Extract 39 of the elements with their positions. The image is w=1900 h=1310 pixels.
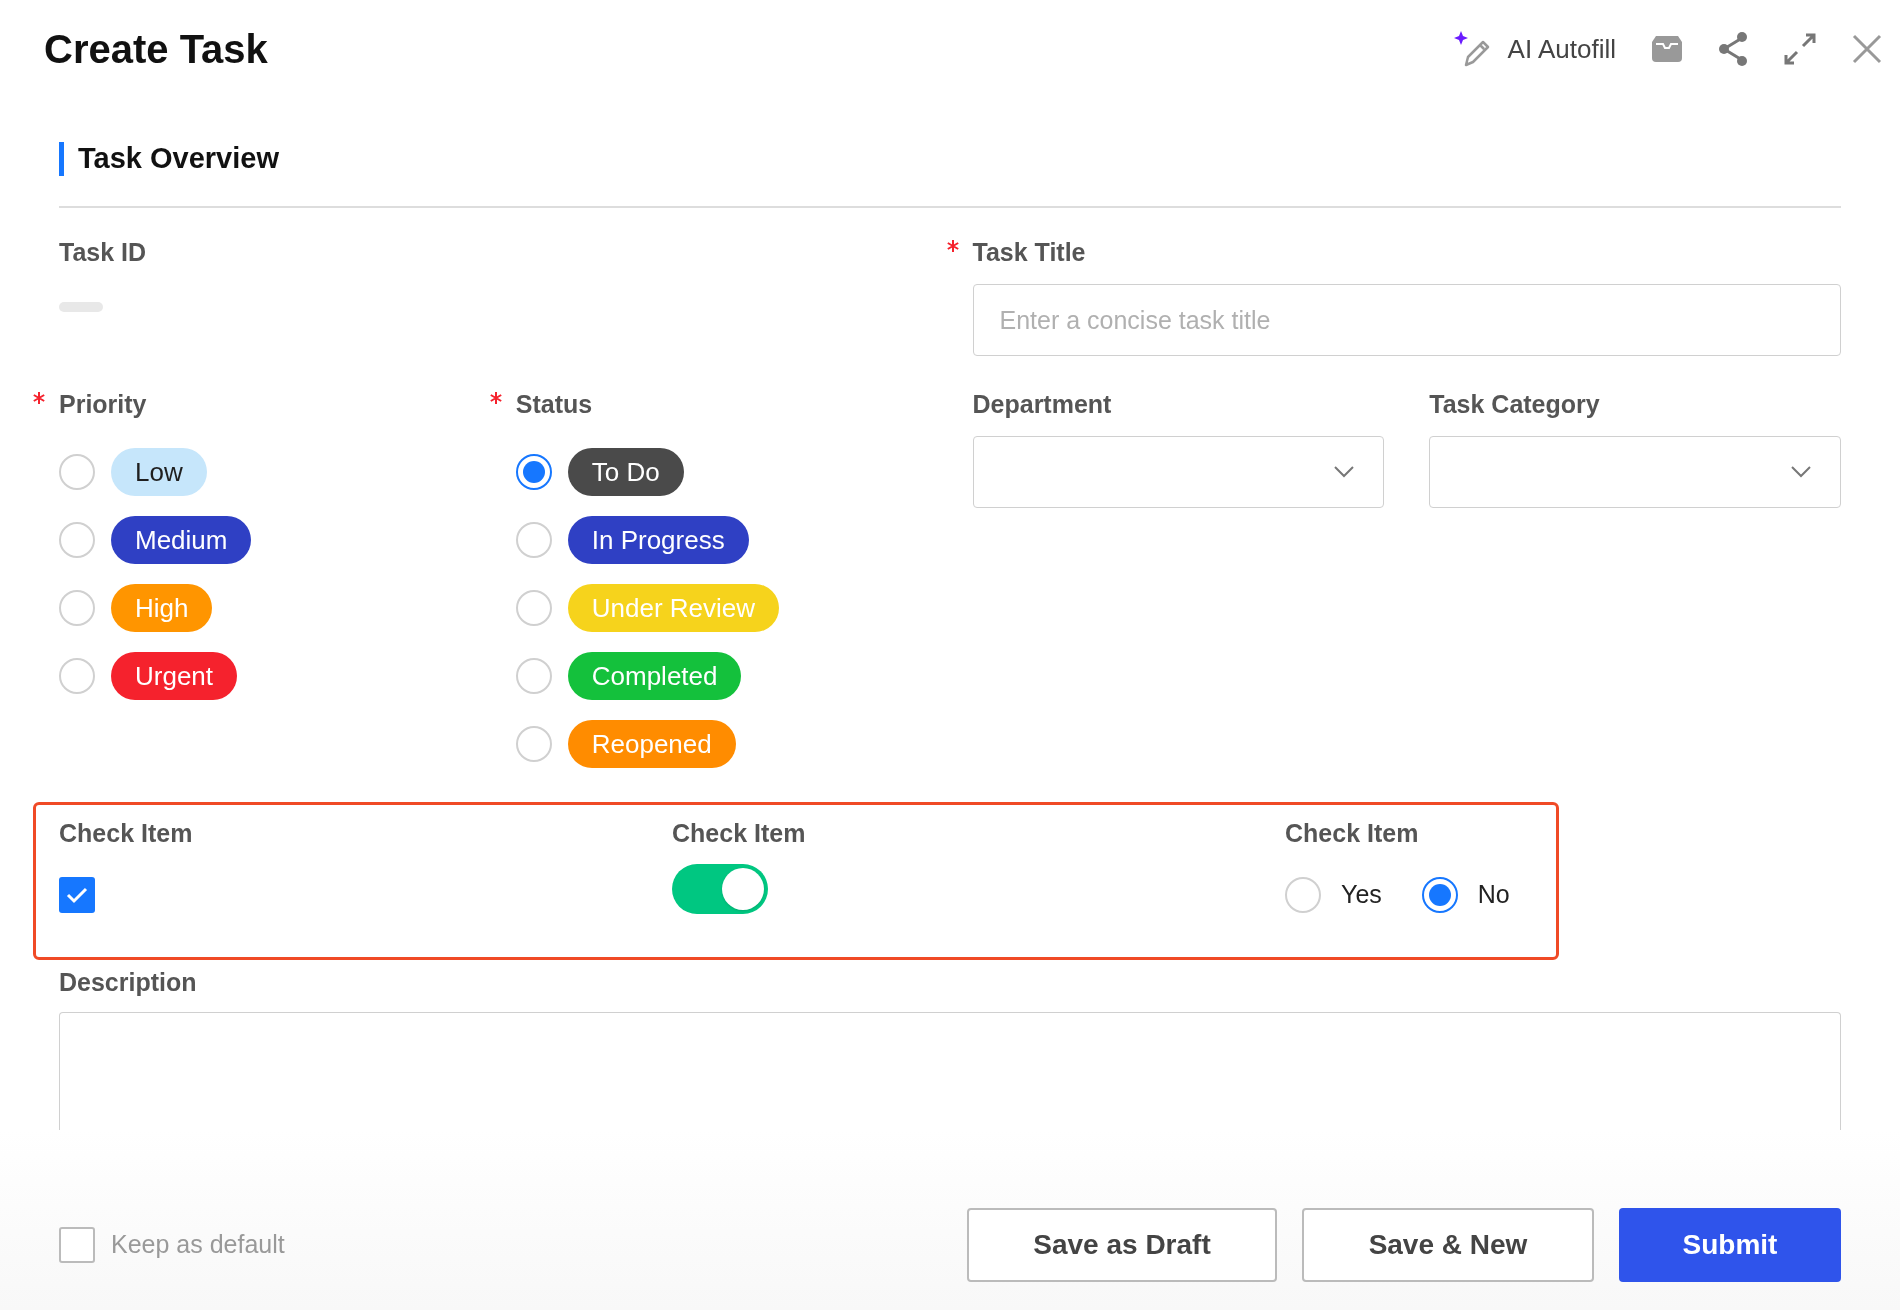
share-icon[interactable] — [1718, 32, 1748, 66]
inbox-icon[interactable] — [1652, 36, 1682, 62]
dropdown-field[interactable] — [972, 436, 1385, 508]
chevron-down-icon — [1333, 465, 1356, 479]
checkbox[interactable] — [59, 877, 95, 913]
checkmark-icon — [66, 886, 88, 904]
radio-label: Yes — [1341, 879, 1382, 911]
field-label: Status — [515, 389, 593, 421]
field-label: Department — [972, 389, 1112, 421]
section-title: Task Overview — [78, 141, 279, 177]
field-label: Task ID — [59, 237, 147, 269]
checkbox[interactable] — [59, 1227, 95, 1263]
field-label: Check Item — [59, 818, 193, 850]
option-tag[interactable]: Low — [111, 448, 207, 496]
field-label: Task Category — [1429, 389, 1600, 421]
chevron-down-icon — [1790, 465, 1812, 479]
checkbox-label: Keep as default — [111, 1229, 285, 1261]
radio-button[interactable] — [515, 454, 552, 490]
option-tag[interactable]: In Progress — [567, 516, 749, 564]
option-tag[interactable]: Medium — [111, 516, 252, 564]
secondary-button[interactable]: Save & New — [1302, 1208, 1594, 1282]
field-label: Check Item — [672, 818, 806, 850]
task-title-input[interactable]: Enter a concise task title — [972, 284, 1841, 356]
option-tag[interactable]: To Do — [567, 448, 684, 496]
option-tag[interactable]: Urgent — [111, 652, 238, 700]
dropdown-field[interactable] — [1429, 436, 1841, 508]
field-label: Priority — [59, 389, 147, 421]
ai-autofill-button[interactable]: AI Autofill — [1451, 29, 1616, 69]
field-label: Check Item — [1285, 818, 1419, 850]
expand-icon[interactable] — [1784, 33, 1816, 65]
field-label: Description — [59, 967, 197, 999]
submit-button[interactable]: Submit — [1619, 1208, 1841, 1282]
radio-button[interactable] — [1421, 877, 1458, 913]
field-label: Task Title — [972, 237, 1086, 269]
toggle-switch[interactable] — [672, 864, 768, 914]
radio-label: No — [1477, 879, 1510, 911]
dialog-title: Create Task — [44, 26, 268, 73]
close-icon[interactable] — [1852, 34, 1882, 64]
secondary-button[interactable]: Save as Draft — [967, 1208, 1277, 1282]
